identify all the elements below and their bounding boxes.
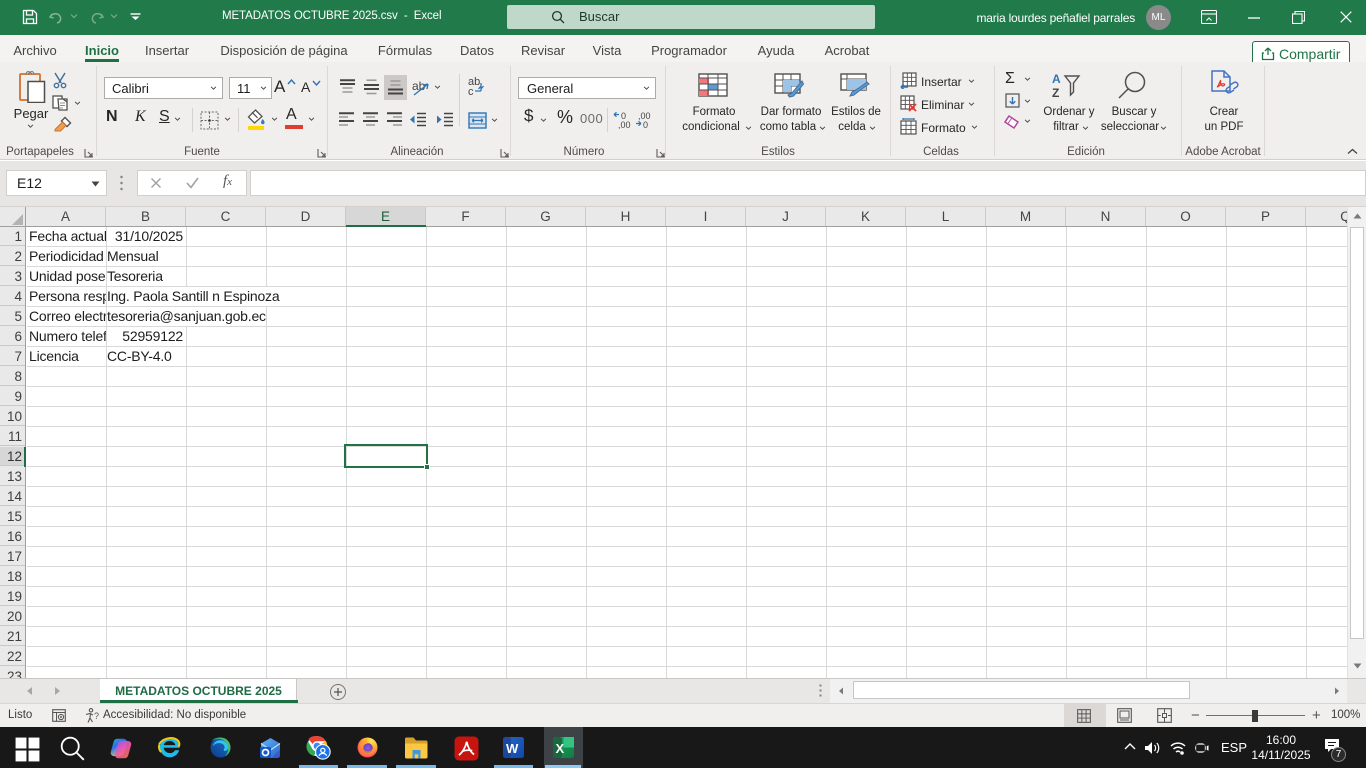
svg-text:A: A xyxy=(1052,72,1061,86)
svg-text:Z: Z xyxy=(1052,86,1059,100)
svg-text:X: X xyxy=(556,741,565,756)
svg-text:?: ? xyxy=(94,711,99,721)
svg-text:,00: ,00 xyxy=(618,120,631,129)
svg-text:0: 0 xyxy=(643,120,648,129)
svg-text:c: c xyxy=(468,86,474,96)
svg-text:W: W xyxy=(506,741,519,756)
